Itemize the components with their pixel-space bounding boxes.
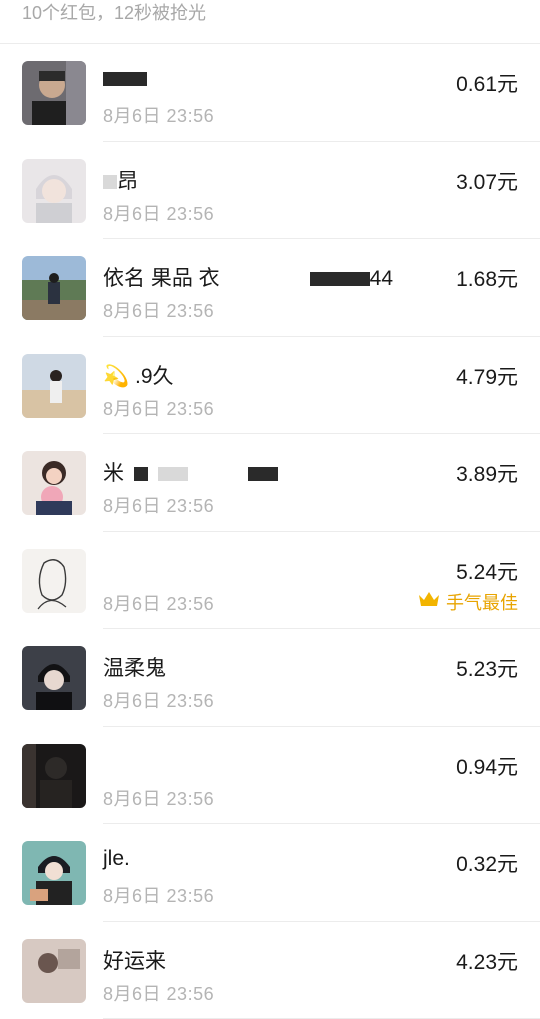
claim-time: 8月6日 23:56 (103, 395, 214, 421)
best-luck-badge: 手气最佳 (418, 589, 518, 615)
list-item[interactable]: 8月6日 23:56 5.24元 手气最佳 (0, 532, 540, 630)
avatar[interactable] (22, 61, 86, 125)
claim-amount: 4.79元 (456, 361, 518, 391)
redaction (134, 467, 148, 481)
avatar[interactable] (22, 646, 86, 710)
claim-amount: 3.89元 (456, 458, 518, 488)
list-item[interactable]: 好运来 8月6日 23:56 4.23元 (0, 922, 540, 1019)
list-item[interactable]: jle. 8月6日 23:56 0.32元 (0, 824, 540, 922)
claim-amount: 1.68元 (456, 263, 518, 293)
member-name: 昂 (103, 165, 138, 195)
list-item[interactable]: 米 8月6日 23:56 3.89元 (0, 434, 540, 532)
avatar[interactable] (22, 159, 86, 223)
claim-time: 8月6日 23:56 (103, 200, 214, 226)
member-name: 好运来 (103, 945, 166, 975)
claim-amount: 0.32元 (456, 848, 518, 878)
redaction (158, 467, 188, 481)
avatar[interactable] (22, 744, 86, 808)
member-name (103, 67, 147, 91)
claim-amount: 0.61元 (456, 68, 518, 98)
crown-icon (418, 590, 440, 613)
member-name: 💫 .9久 (103, 360, 174, 390)
member-name: jle. (103, 847, 130, 871)
list-item[interactable]: 温柔鬼 8月6日 23:56 5.23元 (0, 629, 540, 727)
avatar[interactable] (22, 451, 86, 515)
list-item[interactable]: 8月6日 23:56 0.61元 (0, 44, 540, 142)
claim-list: 8月6日 23:56 0.61元 昂 8月6日 23:56 3.07元 依名 果… (0, 44, 540, 1019)
avatar[interactable] (22, 354, 86, 418)
claim-time: 8月6日 23:56 (103, 882, 214, 908)
list-item[interactable]: 昂 8月6日 23:56 3.07元 (0, 142, 540, 240)
claim-amount: 5.23元 (456, 653, 518, 683)
member-name: 温柔鬼 (103, 652, 166, 682)
list-item[interactable]: 💫 .9久 8月6日 23:56 4.79元 (0, 337, 540, 435)
redpacket-summary: 10个红包，12秒被抢光 (0, 0, 540, 44)
claim-time: 8月6日 23:56 (103, 785, 214, 811)
claim-amount: 3.07元 (456, 166, 518, 196)
claim-amount: 5.24元 (456, 556, 518, 586)
list-item[interactable]: 依名 果品 衣44 8月6日 23:56 1.68元 (0, 239, 540, 337)
redaction (310, 272, 370, 286)
redaction (248, 467, 278, 481)
claim-amount: 4.23元 (456, 946, 518, 976)
claim-time: 8月6日 23:56 (103, 102, 214, 128)
avatar[interactable] (22, 841, 86, 905)
claim-time: 8月6日 23:56 (103, 590, 214, 616)
claim-time: 8月6日 23:56 (103, 492, 214, 518)
avatar[interactable] (22, 939, 86, 1003)
avatar[interactable] (22, 549, 86, 613)
avatar[interactable] (22, 256, 86, 320)
redaction (103, 175, 117, 189)
claim-amount: 0.94元 (456, 751, 518, 781)
claim-time: 8月6日 23:56 (103, 980, 214, 1006)
redaction (103, 72, 147, 86)
claim-time: 8月6日 23:56 (103, 297, 214, 323)
list-item[interactable]: 8月6日 23:56 0.94元 (0, 727, 540, 825)
member-name: 米 (103, 457, 278, 487)
member-name: 依名 果品 衣44 (103, 262, 393, 292)
claim-time: 8月6日 23:56 (103, 687, 214, 713)
